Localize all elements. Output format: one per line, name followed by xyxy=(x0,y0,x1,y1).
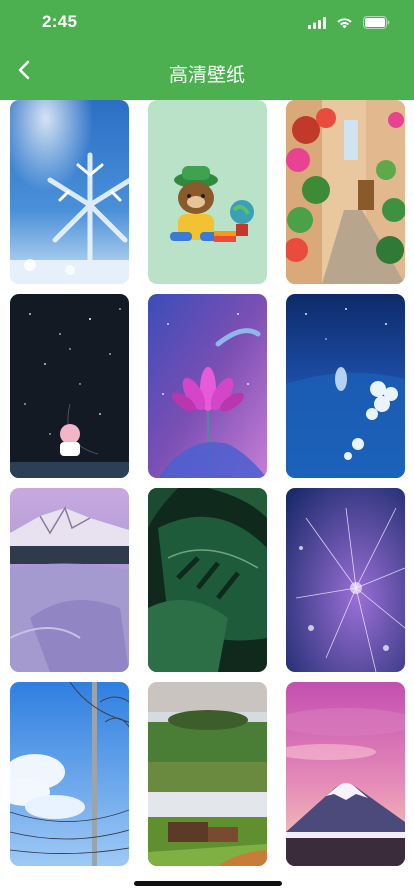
wallpaper-flower-alley[interactable] xyxy=(286,100,405,284)
wallpaper-monstera-leaf[interactable] xyxy=(148,488,267,672)
status-time: 2:45 xyxy=(42,12,78,31)
home-indicator xyxy=(134,881,282,886)
wallpaper-lotus[interactable] xyxy=(148,294,267,478)
status-bar: 2:45 xyxy=(0,0,414,48)
cellular-signal-icon xyxy=(308,14,326,33)
wallpaper-blue-night-flowers[interactable] xyxy=(286,294,405,478)
wallpaper-cartoon-bear[interactable] xyxy=(148,100,267,284)
battery-icon xyxy=(363,14,390,33)
page-title: 高清壁纸 xyxy=(168,64,245,86)
wallpaper-snowflake[interactable] xyxy=(10,100,129,284)
status-icons xyxy=(308,14,390,33)
wallpaper-dandelion[interactable] xyxy=(286,488,405,672)
wallpaper-sky-power-lines[interactable] xyxy=(10,682,129,866)
navigation-bar: 高清壁纸 xyxy=(0,48,414,98)
wallpaper-countryside[interactable] xyxy=(148,682,267,866)
wallpaper-snowy-mountain[interactable] xyxy=(10,488,129,672)
wifi-icon xyxy=(336,14,353,33)
wallpaper-mount-fuji[interactable] xyxy=(286,682,405,866)
wallpaper-night-moon-pig[interactable] xyxy=(10,294,129,478)
app-header: 2:45 高清壁纸 xyxy=(0,0,414,100)
